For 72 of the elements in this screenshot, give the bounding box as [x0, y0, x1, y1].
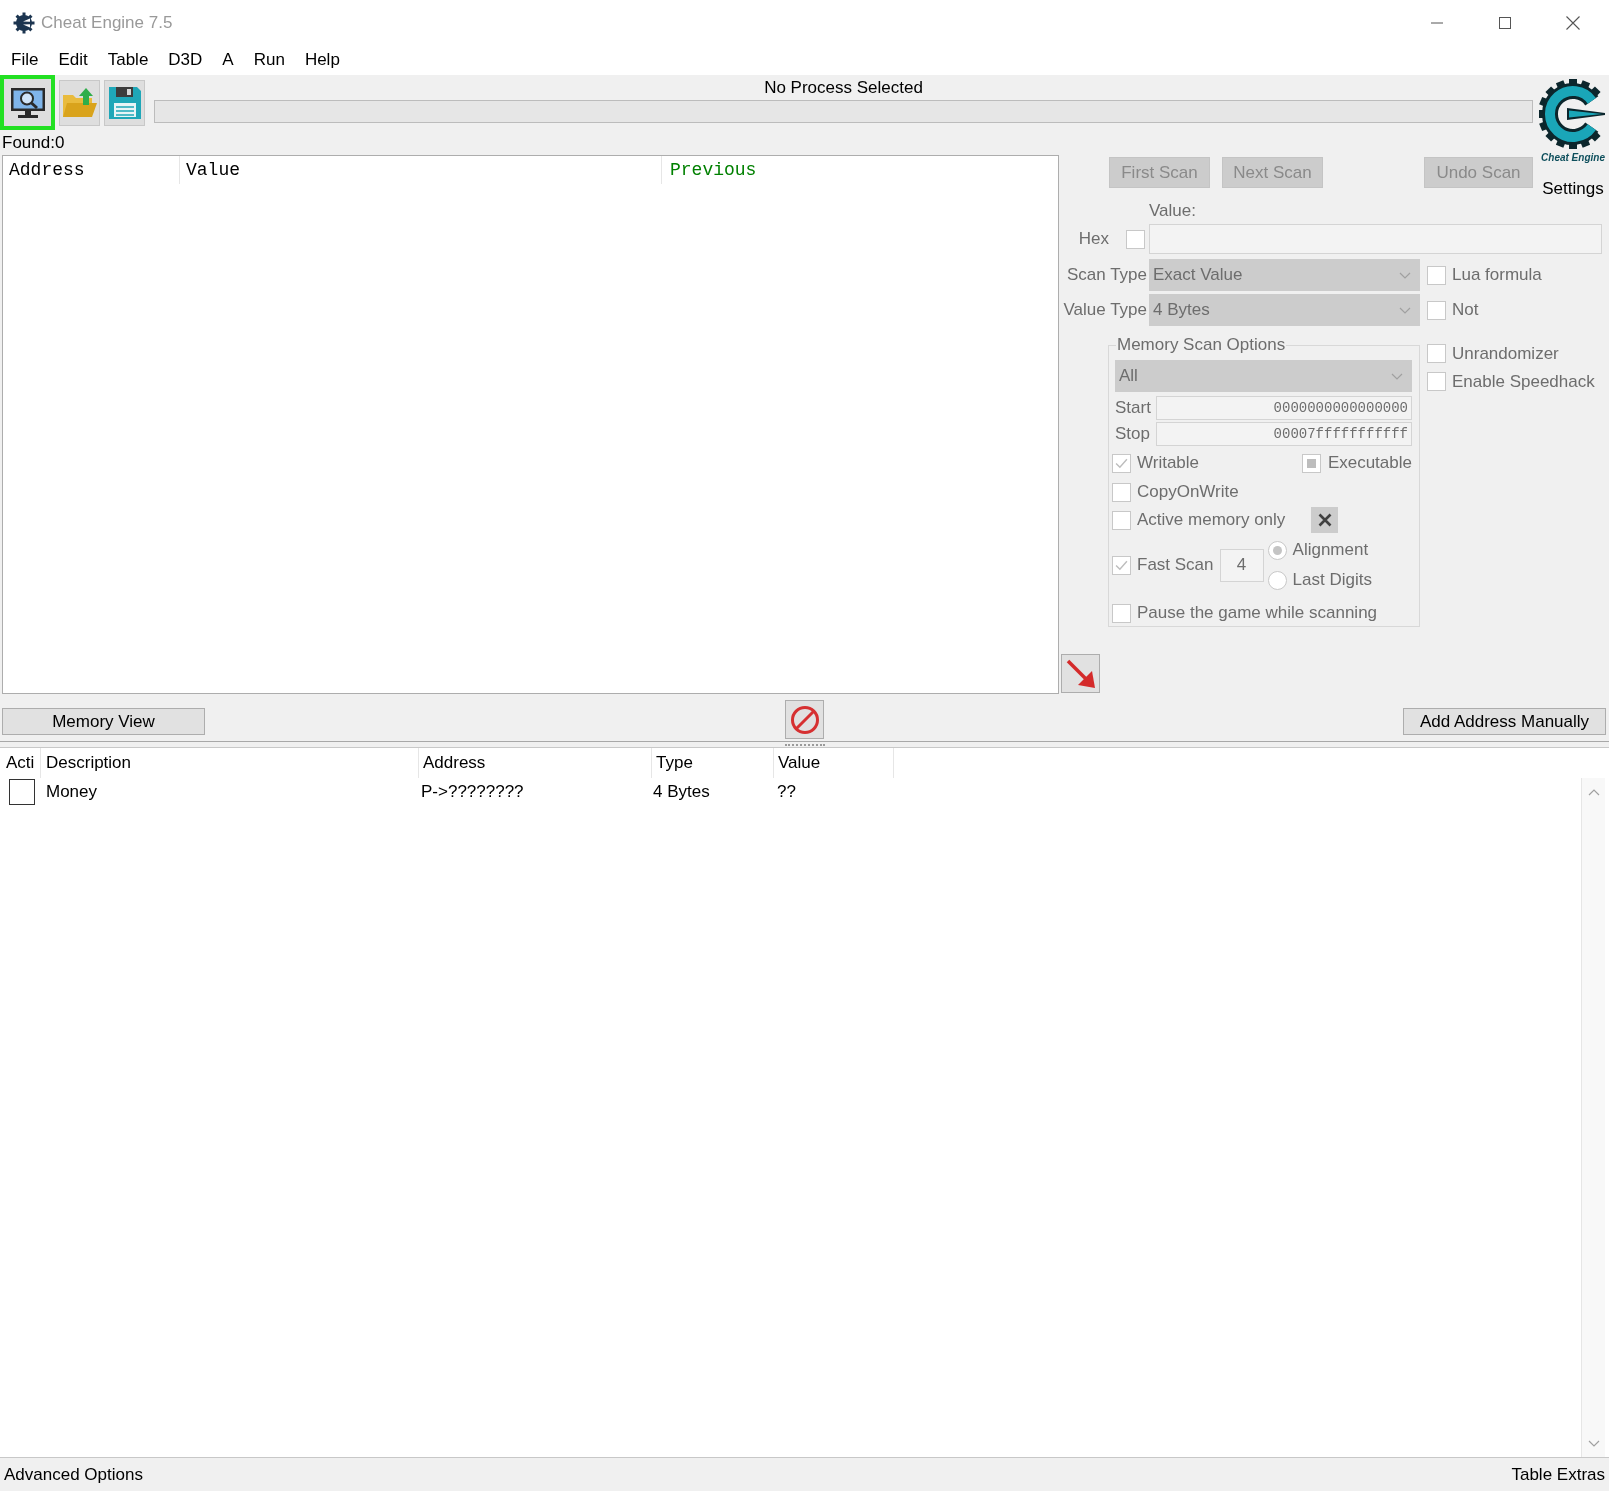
option-label: Executable — [1327, 453, 1412, 473]
group-title: Memory Scan Options — [1116, 335, 1287, 355]
column-header[interactable]: Type — [656, 753, 693, 773]
range-label: Start — [1115, 398, 1152, 418]
column-header[interactable]: Value — [186, 156, 240, 184]
option-label: Not — [1452, 300, 1479, 320]
prohibited-icon — [789, 704, 820, 735]
toolbar-button[interactable] — [104, 79, 145, 126]
option-label: Writable — [1137, 453, 1200, 473]
toolbar-button[interactable] — [0, 75, 55, 130]
minimize-icon — [1431, 21, 1443, 24]
range-label: Stop — [1115, 424, 1151, 444]
close-icon — [1566, 15, 1580, 30]
column-header[interactable]: Acti — [6, 753, 35, 773]
column-header[interactable]: Description — [46, 753, 132, 773]
logo-caption: Cheat Engine — [1541, 152, 1605, 164]
value-label: Value: — [1149, 201, 1196, 221]
window-title: Cheat Engine 7.5 — [41, 11, 173, 34]
scrollbar[interactable] — [1581, 778, 1605, 1457]
column-header[interactable]: Previous — [670, 156, 757, 184]
gear-logo-icon — [13, 11, 35, 34]
arrow-down-right-icon — [1064, 657, 1097, 690]
maximize-icon — [1499, 16, 1511, 29]
advanced-options-button[interactable]: Advanced Options — [4, 1464, 143, 1485]
folder-arrow-icon — [61, 86, 98, 119]
table-extras-button[interactable]: Table Extras — [1511, 1464, 1605, 1485]
option-label: Fast Scan — [1137, 555, 1214, 575]
chevron-down-icon — [1399, 306, 1411, 314]
add-to-list-button[interactable] — [1061, 654, 1100, 693]
option-label: Unrandomizer — [1452, 343, 1559, 364]
clear-button[interactable] — [1311, 507, 1338, 533]
process-label: No Process Selected — [764, 77, 923, 99]
x-icon — [1317, 513, 1332, 527]
table-cell: ?? — [777, 782, 796, 802]
option-label: Last Digits — [1292, 570, 1372, 590]
stop-button[interactable] — [785, 700, 824, 739]
field-label: Scan Type — [1066, 265, 1147, 285]
hex-label: Hex — [1078, 229, 1109, 249]
menu-item[interactable]: Help — [304, 49, 340, 71]
settings-button[interactable]: Settings — [1542, 179, 1604, 199]
add-address-button[interactable]: Add Address Manually — [1403, 708, 1606, 735]
active-checkbox[interactable] — [9, 779, 35, 805]
chevron-up-icon[interactable] — [1587, 789, 1600, 796]
memory-view-button[interactable]: Memory View — [2, 708, 205, 735]
table-cell: 4 Bytes — [653, 782, 710, 802]
column-header[interactable]: Address — [9, 156, 85, 184]
menu-item[interactable]: A — [222, 49, 234, 71]
menu-item[interactable]: Table — [107, 49, 149, 71]
option-label: Alignment — [1292, 540, 1369, 560]
option-label: Enable Speedhack — [1452, 371, 1595, 392]
column-header[interactable]: Value — [778, 753, 821, 773]
checkmark-icon — [1115, 559, 1128, 571]
menu-item[interactable]: File — [11, 49, 39, 71]
table-cell: Money — [46, 782, 98, 802]
monitor-magnifier-icon — [9, 86, 46, 119]
found-count: Found:0 — [2, 131, 65, 154]
chevron-down-icon — [1391, 372, 1403, 380]
option-label: CopyOnWrite — [1137, 482, 1239, 502]
option-label: Lua formula — [1452, 265, 1542, 285]
field-label: Value Type — [1063, 300, 1147, 320]
square-icon — [1306, 458, 1316, 468]
chevron-down-icon[interactable] — [1587, 1440, 1600, 1447]
checkmark-icon — [1115, 457, 1128, 469]
table-cell: P->???????? — [421, 782, 524, 802]
menu-item[interactable]: D3D — [168, 49, 203, 71]
chevron-down-icon — [1399, 271, 1411, 279]
option-label: Active memory only — [1137, 510, 1286, 530]
column-header[interactable]: Address — [423, 753, 486, 773]
gear-logo-icon[interactable] — [1539, 76, 1607, 152]
menu-item[interactable]: Run — [253, 49, 285, 71]
menu-item[interactable]: Edit — [58, 49, 88, 71]
option-label: Pause the game while scanning — [1137, 603, 1378, 623]
